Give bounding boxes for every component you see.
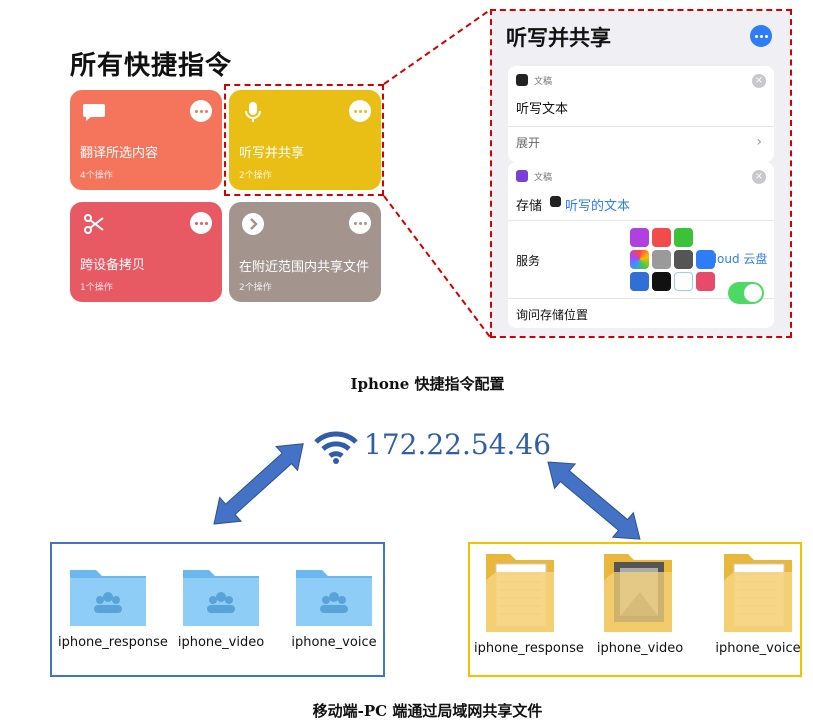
shared-folder-icon[interactable]	[294, 562, 374, 628]
shared-folder-icon[interactable]	[181, 562, 261, 628]
folder-label: iphone_response	[58, 635, 168, 650]
pc-folders-box: iphone_response iphone_video iphone_voic…	[468, 542, 802, 677]
shared-folder-icon[interactable]	[68, 562, 148, 628]
folder-icon[interactable]	[482, 550, 558, 636]
folder-label: iphone_voice	[291, 635, 377, 650]
mobile-folders-box: iphone_response iphone_video iphone_voic…	[50, 542, 385, 677]
folder-label: iphone_response	[474, 641, 584, 656]
folder-icon[interactable]	[720, 550, 796, 636]
caption-bottom: 移动端-PC 端通过局域网共享文件	[312, 702, 543, 720]
folder-label: iphone_video	[177, 635, 265, 650]
folder-label: iphone_video	[596, 641, 684, 656]
folder-label: iphone_voice	[715, 641, 801, 656]
video-folder-icon[interactable]	[600, 550, 676, 636]
